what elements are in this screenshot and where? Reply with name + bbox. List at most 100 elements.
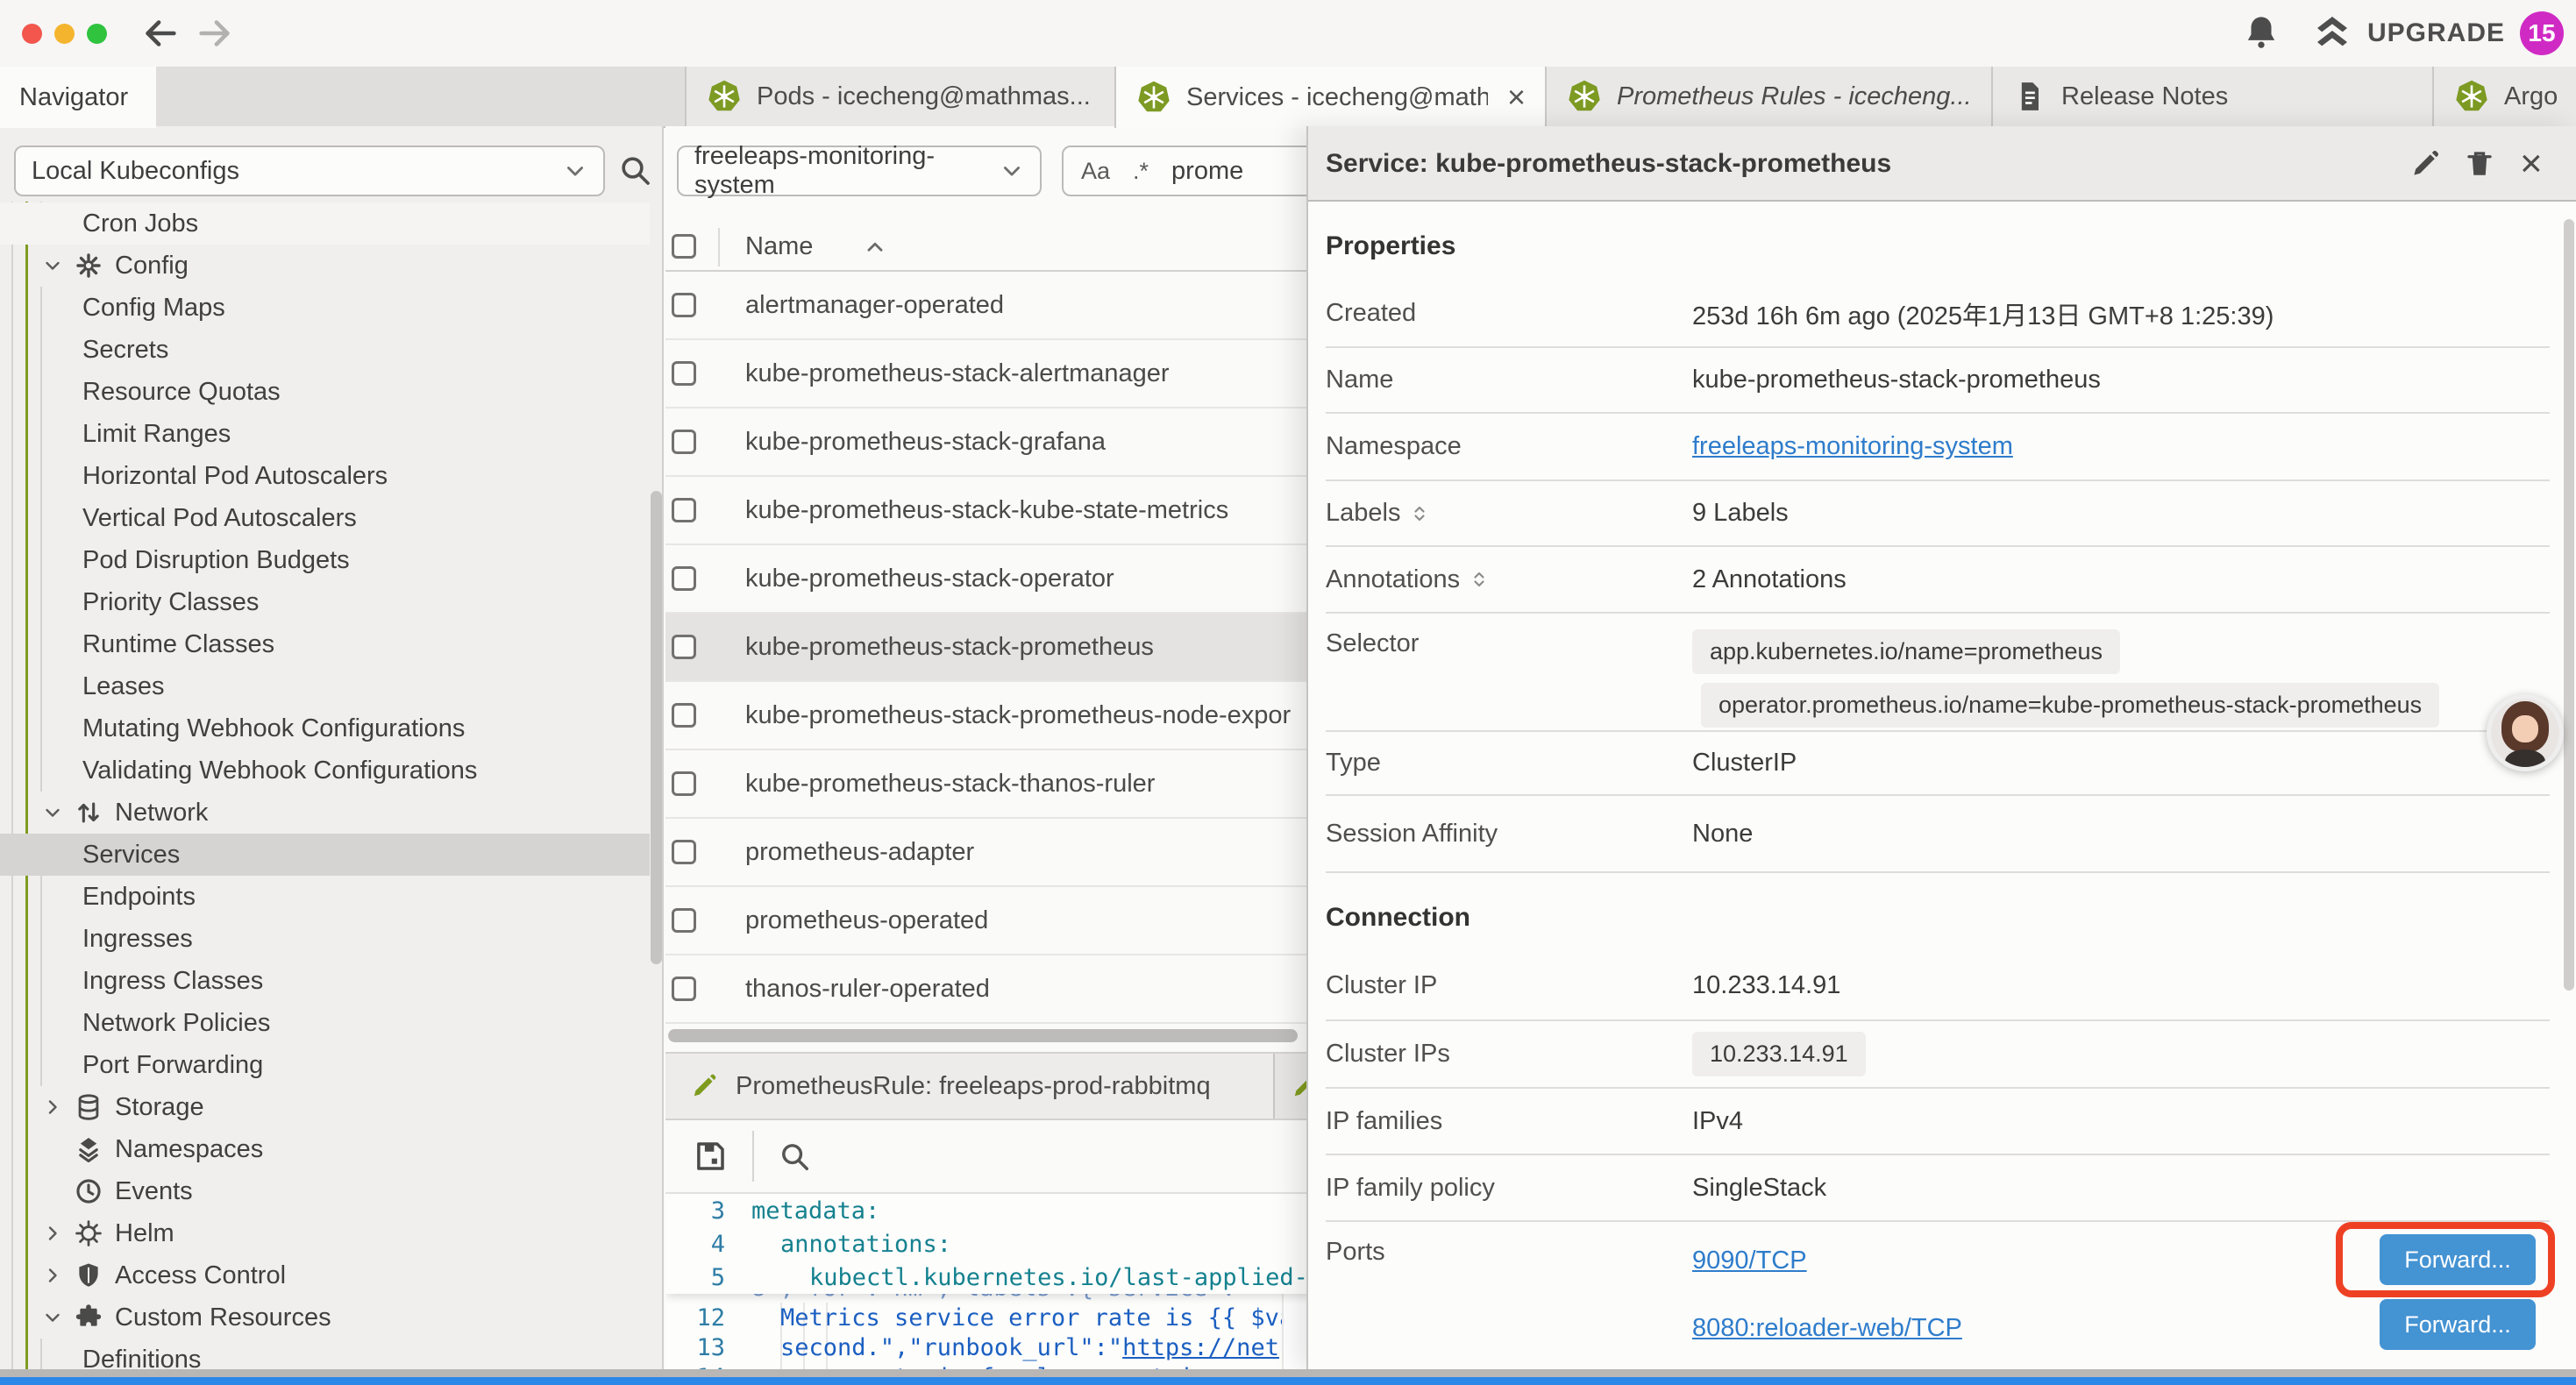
sort-ascending-icon[interactable] xyxy=(864,236,886,259)
table-row[interactable]: prometheus-operated xyxy=(665,887,1392,955)
sidebar-item[interactable]: Limit Ranges xyxy=(0,413,650,455)
sidebar-item[interactable]: Namespaces xyxy=(0,1128,650,1170)
chevron-down-icon[interactable] xyxy=(42,255,63,276)
code-link[interactable]: https://net xyxy=(1122,1334,1279,1361)
services-table: alertmanager-operated kube-prometheus-st… xyxy=(665,272,1392,1024)
table-row[interactable]: prometheus-adapter xyxy=(665,819,1392,887)
sidebar-item[interactable]: Cron Jobs xyxy=(0,202,650,245)
save-icon[interactable] xyxy=(692,1138,729,1175)
sidebar-item[interactable]: Services xyxy=(0,834,650,876)
sidebar-item[interactable]: Pod Disruption Budgets xyxy=(0,539,650,581)
sidebar-item[interactable]: Port Forwarding xyxy=(0,1044,650,1086)
table-horizontal-scrollbar[interactable] xyxy=(668,1029,1298,1042)
back-button[interactable] xyxy=(140,13,181,53)
forward-button[interactable] xyxy=(195,13,235,53)
regex-toggle[interactable]: .* xyxy=(1133,158,1149,185)
close-panel-icon[interactable]: × xyxy=(2520,138,2543,190)
chevron-down-icon[interactable] xyxy=(42,802,63,823)
sidebar-item[interactable]: Helm xyxy=(0,1212,650,1254)
sidebar-item[interactable]: Mutating Webhook Configurations xyxy=(0,707,650,749)
notifications-button[interactable] xyxy=(2241,12,2281,53)
namespace-select[interactable]: freeleaps-monitoring-system xyxy=(677,146,1042,196)
row-checkbox[interactable] xyxy=(672,566,696,591)
sidebar-item[interactable]: Network xyxy=(0,792,650,834)
access-control-icon xyxy=(74,1261,103,1290)
table-row[interactable]: kube-prometheus-stack-operator xyxy=(665,545,1392,614)
table-row[interactable]: kube-prometheus-stack-prometheus-node-ex… xyxy=(665,682,1392,750)
row-checkbox[interactable] xyxy=(672,293,696,317)
yaml-editor[interactable]: 8","for":"nm","labels":{"service":" 12 M… xyxy=(665,1192,1392,1371)
sidebar-item[interactable]: Ingress Classes xyxy=(0,960,650,1002)
sidebar-item[interactable]: Config Maps xyxy=(0,287,650,329)
tab-argo[interactable]: Argo Se xyxy=(2432,67,2576,126)
row-checkbox[interactable] xyxy=(672,361,696,386)
table-row[interactable]: kube-prometheus-stack-thanos-ruler xyxy=(665,750,1392,819)
delete-trash-icon[interactable] xyxy=(2464,148,2495,180)
row-checkbox[interactable] xyxy=(672,977,696,1001)
minimize-window-button[interactable] xyxy=(54,24,75,44)
editor-tab-strip: PrometheusRule: freeleaps-prod-rabbitmq xyxy=(665,1052,1392,1120)
sidebar-item[interactable]: Runtime Classes xyxy=(0,623,650,665)
expand-collapse-icon[interactable] xyxy=(1409,503,1430,524)
table-row[interactable]: kube-prometheus-stack-grafana xyxy=(665,408,1392,477)
tab-navigator[interactable]: Navigator xyxy=(0,67,156,128)
table-row[interactable]: kube-prometheus-stack-alertmanager xyxy=(665,340,1392,408)
chevron-right-icon[interactable] xyxy=(42,1223,63,1244)
table-row[interactable]: kube-prometheus-stack-kube-state-metrics xyxy=(665,477,1392,545)
upgrade-button[interactable]: UPGRADE xyxy=(2367,0,2505,67)
sidebar-item[interactable]: Resource Quotas xyxy=(0,371,650,413)
detail-panel-scrollbar[interactable] xyxy=(2564,219,2574,991)
close-window-button[interactable] xyxy=(22,24,42,44)
namespace-link[interactable]: freeleaps-monitoring-system xyxy=(1692,432,2013,461)
tab-prometheus-rules[interactable]: Prometheus Rules - icecheng... xyxy=(1545,67,1991,126)
edit-pencil-icon[interactable] xyxy=(2409,148,2441,180)
sidebar-item[interactable]: Events xyxy=(0,1170,650,1212)
search-icon[interactable] xyxy=(778,1140,811,1173)
tab-release-notes[interactable]: Release Notes xyxy=(1991,67,2432,126)
sidebar-item[interactable]: Definitions xyxy=(0,1339,650,1371)
sidebar-item[interactable]: Endpoints xyxy=(0,876,650,918)
table-row[interactable]: alertmanager-operated xyxy=(665,272,1392,340)
match-case-toggle[interactable]: Aa xyxy=(1081,158,1110,185)
sidebar-item[interactable]: Custom Resources xyxy=(0,1296,650,1339)
sidebar-item[interactable]: Access Control xyxy=(0,1254,650,1296)
sidebar-item[interactable]: Secrets xyxy=(0,329,650,371)
expand-collapse-icon[interactable] xyxy=(1469,569,1490,590)
sidebar-item[interactable]: Storage xyxy=(0,1086,650,1128)
detail-header: Service: kube-prometheus-stack-prometheu… xyxy=(1308,126,2576,202)
row-checkbox[interactable] xyxy=(672,703,696,728)
chevron-down-icon[interactable] xyxy=(42,1307,63,1328)
chevron-right-icon[interactable] xyxy=(42,1265,63,1286)
row-checkbox[interactable] xyxy=(672,840,696,864)
sidebar-item[interactable]: Config xyxy=(0,245,650,287)
row-checkbox[interactable] xyxy=(672,430,696,454)
close-tab-icon[interactable]: × xyxy=(1507,82,1526,113)
user-avatar[interactable] xyxy=(2487,694,2564,771)
forward-port-button[interactable]: Forward... xyxy=(2380,1299,2536,1350)
sidebar-scrollbar[interactable] xyxy=(651,491,662,964)
row-checkbox[interactable] xyxy=(672,771,696,796)
select-all-checkbox[interactable] xyxy=(672,234,696,259)
sidebar-item[interactable]: Leases xyxy=(0,665,650,707)
sidebar-item[interactable]: Ingresses xyxy=(0,918,650,960)
sidebar-item[interactable]: Vertical Pod Autoscalers xyxy=(0,497,650,539)
sidebar-item[interactable]: Validating Webhook Configurations xyxy=(0,749,650,792)
port-link[interactable]: 8080:reloader-web/TCP xyxy=(1692,1314,1962,1343)
sidebar-item[interactable]: Priority Classes xyxy=(0,581,650,623)
editor-tab-prometheusrule[interactable]: PrometheusRule: freeleaps-prod-rabbitmq xyxy=(665,1054,1275,1119)
row-checkbox[interactable] xyxy=(672,908,696,933)
table-row[interactable]: thanos-ruler-operated xyxy=(665,955,1392,1024)
port-link[interactable]: 9090/TCP xyxy=(1692,1246,1807,1275)
sidebar-item[interactable]: Horizontal Pod Autoscalers xyxy=(0,455,650,497)
chevron-right-icon[interactable] xyxy=(42,1097,63,1118)
row-checkbox[interactable] xyxy=(672,635,696,659)
tab-services[interactable]: Services - icecheng@math... × xyxy=(1114,67,1545,128)
tab-pods[interactable]: Pods - icecheng@mathmas... xyxy=(685,67,1114,126)
row-checkbox[interactable] xyxy=(672,498,696,522)
sidebar-search-button[interactable] xyxy=(617,153,652,188)
sidebar-item[interactable]: Network Policies xyxy=(0,1002,650,1044)
maximize-window-button[interactable] xyxy=(87,24,107,44)
name-column-header[interactable]: Name xyxy=(745,232,813,261)
table-row[interactable]: kube-prometheus-stack-prometheus xyxy=(665,614,1392,682)
kubeconfig-select[interactable]: Local Kubeconfigs xyxy=(14,146,605,196)
